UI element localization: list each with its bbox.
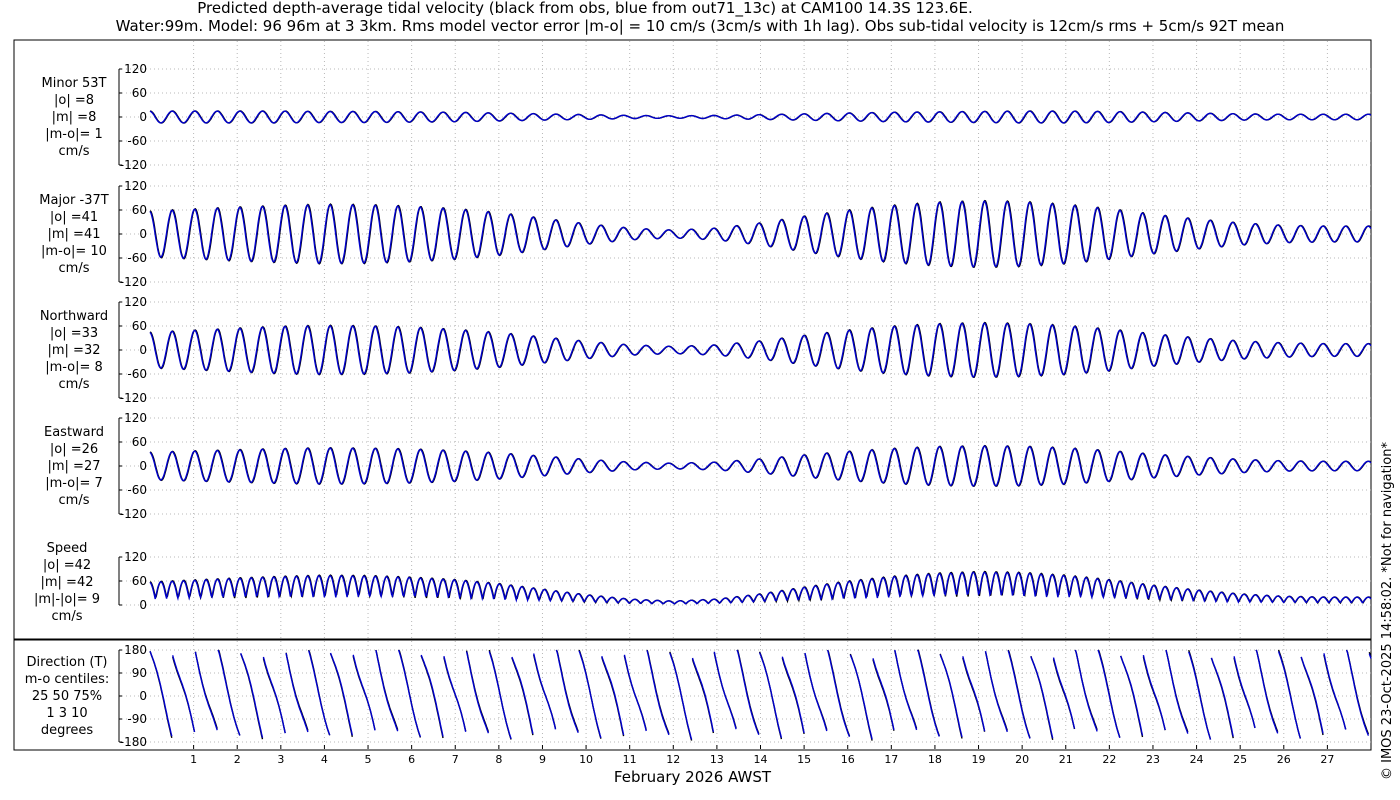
- y-tick-label: 0: [139, 459, 147, 473]
- panel-label-line: cm/s: [58, 493, 90, 508]
- x-tick-label: 24: [1190, 753, 1204, 766]
- panel-label-line: |m| =42: [40, 575, 94, 590]
- y-tick-label: 120: [124, 550, 147, 564]
- panel-label-line: |m| =27: [47, 459, 101, 474]
- panel-label-line: Major -37T: [39, 193, 109, 208]
- panel-label-line: cm/s: [58, 261, 90, 276]
- panel-label-line: |m-o|= 1: [45, 127, 103, 142]
- model-series-line: [149, 649, 1372, 740]
- panel-label-line: |o| =33: [49, 326, 99, 341]
- panel-label-line: |m-o|= 10: [41, 244, 107, 259]
- y-tick-label: -180: [120, 735, 147, 749]
- y-tick-label: -60: [127, 367, 147, 381]
- x-tick-label: 15: [797, 753, 811, 766]
- panel-label-northward: Northward |o| =33 |m| =32 |m-o|= 8 cm/s: [24, 308, 124, 393]
- obs-series-line: [149, 649, 1372, 741]
- y-tick-label: 120: [124, 179, 147, 193]
- x-tick-label: 13: [710, 753, 724, 766]
- y-tick-label: -60: [127, 134, 147, 148]
- y-tick-label: 0: [139, 689, 147, 703]
- y-tick-label: -60: [127, 251, 147, 265]
- panel-label-line: degrees: [40, 723, 94, 738]
- x-tick-label: 10: [579, 753, 593, 766]
- panel-label-line: 25 50 75%: [31, 689, 103, 704]
- y-tick-label: -120: [120, 507, 147, 521]
- x-tick-label: 17: [884, 753, 898, 766]
- y-tick-label: 180: [124, 643, 147, 657]
- panel-label-eastward: Eastward |o| =26 |m| =27 |m-o|= 7 cm/s: [24, 424, 124, 509]
- obs-series-line: [149, 570, 1372, 605]
- x-tick-label: 26: [1277, 753, 1291, 766]
- panel-label-line: |m| =8: [51, 110, 97, 125]
- panel-label-line: Direction (T): [26, 655, 108, 670]
- panel-label-line: Speed: [46, 541, 88, 556]
- x-tick-label: 5: [365, 753, 372, 766]
- y-tick-label: 120: [124, 295, 147, 309]
- credit-text: © IMOS 23-Oct-2025 14:58:02. *Not for na…: [1380, 442, 1395, 780]
- y-tick-label: -120: [120, 158, 147, 172]
- y-tick-label: -60: [127, 483, 147, 497]
- y-tick-label: 120: [124, 62, 147, 76]
- x-tick-label: 18: [928, 753, 942, 766]
- x-tick-label: 4: [321, 753, 328, 766]
- y-tick-label: 0: [139, 598, 147, 612]
- y-tick-label: 60: [132, 319, 147, 333]
- panel-label-direction: Direction (T) m-o centiles: 25 50 75% 1 …: [17, 654, 117, 739]
- y-tick-label: 0: [139, 110, 147, 124]
- panel-label-speed: Speed |o| =42 |m| =42 |m|-|o|= 9 cm/s: [17, 540, 117, 625]
- x-tick-label: 25: [1233, 753, 1247, 766]
- panel-label-line: |m-o|= 8: [45, 360, 103, 375]
- y-tick-label: 120: [124, 411, 147, 425]
- x-axis-label: February 2026 AWST: [613, 768, 772, 786]
- panel-label-line: |o| =42: [42, 558, 92, 573]
- y-tick-label: -120: [120, 391, 147, 405]
- x-tick-label: 23: [1146, 753, 1160, 766]
- x-tick-label: 27: [1320, 753, 1334, 766]
- chart-canvas: 1 2 3 4 5 6 7 8 9 10 11 12 13 14 15 16 17 18 19 20 21 22 23 24 2…: [13, 39, 1372, 766]
- panel-label-line: Eastward: [43, 425, 105, 440]
- x-tick-label: 3: [277, 753, 284, 766]
- x-tick-label: 22: [1102, 753, 1116, 766]
- panel-label-line: cm/s: [58, 144, 90, 159]
- x-tick-label: 21: [1059, 753, 1073, 766]
- y-tick-label: -90: [127, 712, 147, 726]
- y-tick-label: 90: [132, 666, 147, 680]
- x-tick-label: 6: [408, 753, 415, 766]
- panel-label-line: m-o centiles:: [24, 672, 110, 687]
- panel-label-line: |o| =26: [49, 442, 99, 457]
- x-tick-label: 2: [234, 753, 241, 766]
- panel-label-line: cm/s: [51, 609, 83, 624]
- y-tick-label: 60: [132, 574, 147, 588]
- x-tick-label: 16: [841, 753, 855, 766]
- x-tick-label: 1: [190, 753, 197, 766]
- y-tick-label: 60: [132, 435, 147, 449]
- panel-label-line: |o| =41: [49, 210, 99, 225]
- panel-label-major: Major -37T |o| =41 |m| =41 |m-o|= 10 cm/…: [24, 192, 124, 277]
- x-tick-label: 12: [666, 753, 680, 766]
- y-tick-label: 60: [132, 203, 147, 217]
- panel-label-line: Northward: [39, 309, 109, 324]
- x-tick-label: 7: [452, 753, 459, 766]
- x-tick-label: 19: [972, 753, 986, 766]
- x-tick-label: 11: [623, 753, 637, 766]
- panel-label-line: cm/s: [58, 377, 90, 392]
- panel-label-line: |m-o|= 7: [45, 476, 103, 491]
- y-tick-label: 60: [132, 86, 147, 100]
- panel-label-line: |m| =32: [47, 343, 101, 358]
- y-tick-label: -120: [120, 275, 147, 289]
- panel-label-line: |o| =8: [53, 93, 94, 108]
- panel-label-line: 1 3 10: [46, 706, 88, 721]
- x-tick-label: 8: [495, 753, 502, 766]
- panel-label-line: |m|-|o|= 9: [33, 592, 101, 607]
- x-tick-label: 9: [539, 753, 546, 766]
- y-tick-label: 0: [139, 227, 147, 241]
- panel-label-minor: Minor 53T |o| =8 |m| =8 |m-o|= 1 cm/s: [24, 75, 124, 160]
- x-tick-label: 20: [1015, 753, 1029, 766]
- panel-label-line: |m| =41: [47, 227, 101, 242]
- panel-label-line: Minor 53T: [41, 76, 107, 91]
- x-tick-label: 14: [754, 753, 768, 766]
- y-tick-label: 0: [139, 343, 147, 357]
